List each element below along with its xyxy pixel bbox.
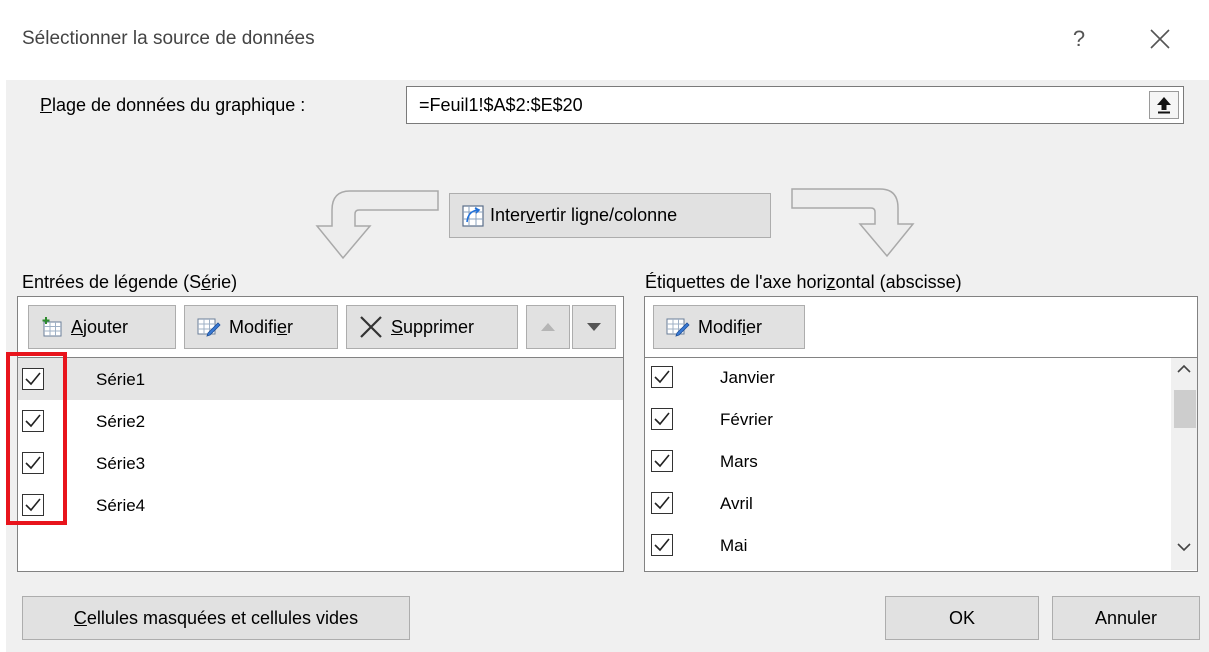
axis-labels-panel: Modifier Janvier Février Mars Avril Mai	[644, 296, 1198, 572]
legend-entries-label: Entrées de légende (Série)	[22, 272, 238, 292]
checkmark-icon	[654, 538, 670, 552]
collapse-dialog-button[interactable]	[1149, 91, 1179, 119]
axis-label-row[interactable]: Février	[645, 400, 1197, 442]
title-bar: Sélectionner la source de données ?	[0, 0, 1209, 80]
scroll-up-icon[interactable]	[1177, 364, 1191, 374]
left-curved-arrow-icon	[315, 190, 439, 260]
edit-series-button[interactable]: Modifier	[184, 305, 338, 349]
checkmark-icon	[654, 412, 670, 426]
delete-series-button[interactable]: Supprimer	[346, 305, 518, 349]
help-button[interactable]: ?	[1066, 22, 1092, 56]
axis-label-text: Mars	[720, 452, 758, 471]
select-data-source-dialog: Sélectionner la source de données ? Plag…	[0, 0, 1209, 652]
cancel-button[interactable]: Annuler	[1052, 596, 1200, 640]
axis-label-text: Janvier	[720, 368, 775, 387]
edit-icon	[666, 318, 690, 337]
series-label: Série3	[96, 454, 146, 473]
axis-label-row[interactable]: Mai	[645, 526, 1197, 568]
delete-x-icon	[360, 316, 382, 338]
checkmark-icon	[654, 454, 670, 468]
axis-labels-label: Étiquettes de l'axe horizontal (abscisse…	[645, 272, 962, 292]
chart-data-range-input[interactable]: =Feuil1!$A$2:$E$20	[406, 86, 1184, 124]
move-down-button[interactable]	[572, 305, 616, 349]
series-row[interactable]: Série3	[18, 442, 623, 484]
dialog-title: Sélectionner la source de données	[22, 28, 315, 49]
collapse-up-arrow-icon	[1157, 97, 1171, 114]
axis-label-checkbox[interactable]	[651, 366, 673, 388]
switch-row-column-label: Intervertir ligne/colonne	[490, 205, 678, 225]
axis-label-text: Mai	[720, 536, 748, 555]
edit-icon	[197, 318, 221, 337]
axis-label-row[interactable]: Avril	[645, 484, 1197, 526]
close-button[interactable]	[1140, 22, 1180, 56]
edit-axis-labels-button[interactable]: Modifier	[653, 305, 805, 349]
checkmark-icon	[654, 370, 670, 384]
axis-labels-scrollbar[interactable]	[1171, 358, 1197, 570]
move-down-icon	[587, 323, 601, 331]
hidden-empty-cells-button[interactable]: Cellules masquées et cellules vides	[22, 596, 410, 640]
switch-row-column-button[interactable]: Intervertir ligne/colonne	[449, 193, 771, 238]
close-icon	[1150, 29, 1170, 49]
axis-label-text: Avril	[720, 494, 753, 513]
axis-label-checkbox[interactable]	[651, 408, 673, 430]
checkmark-icon	[654, 496, 670, 510]
series-label: Série4	[96, 496, 146, 515]
series-list: Série1 Série2 Série3 Série4	[18, 357, 623, 571]
series-label: Série1	[96, 370, 146, 389]
axis-label-checkbox[interactable]	[651, 534, 673, 556]
axis-labels-list: Janvier Février Mars Avril Mai	[645, 357, 1197, 571]
axis-label-checkbox[interactable]	[651, 450, 673, 472]
right-curved-arrow-icon	[791, 188, 915, 258]
switch-row-column-icon	[462, 204, 484, 227]
axis-label-row[interactable]: Janvier	[645, 358, 1197, 400]
series-row[interactable]: Série2	[18, 400, 623, 442]
checkbox-highlight-annotation	[6, 352, 67, 525]
move-up-icon	[541, 323, 555, 331]
add-icon	[42, 317, 62, 337]
chart-data-range-label: Plage de données du graphique :	[40, 95, 306, 115]
ok-button[interactable]: OK	[885, 596, 1039, 640]
scroll-down-icon[interactable]	[1177, 542, 1191, 552]
legend-entries-panel: Ajouter Modifier Supprimer Série1 Série2…	[17, 296, 624, 572]
series-row[interactable]: Série1	[18, 358, 623, 400]
axis-label-text: Février	[720, 410, 773, 429]
series-label: Série2	[96, 412, 146, 431]
move-up-button[interactable]	[526, 305, 570, 349]
series-row[interactable]: Série4	[18, 484, 623, 526]
add-series-button[interactable]: Ajouter	[28, 305, 176, 349]
chart-data-range-value: =Feuil1!$A$2:$E$20	[419, 95, 583, 115]
axis-label-checkbox[interactable]	[651, 492, 673, 514]
axis-label-row[interactable]: Mars	[645, 442, 1197, 484]
scroll-thumb[interactable]	[1174, 390, 1196, 428]
